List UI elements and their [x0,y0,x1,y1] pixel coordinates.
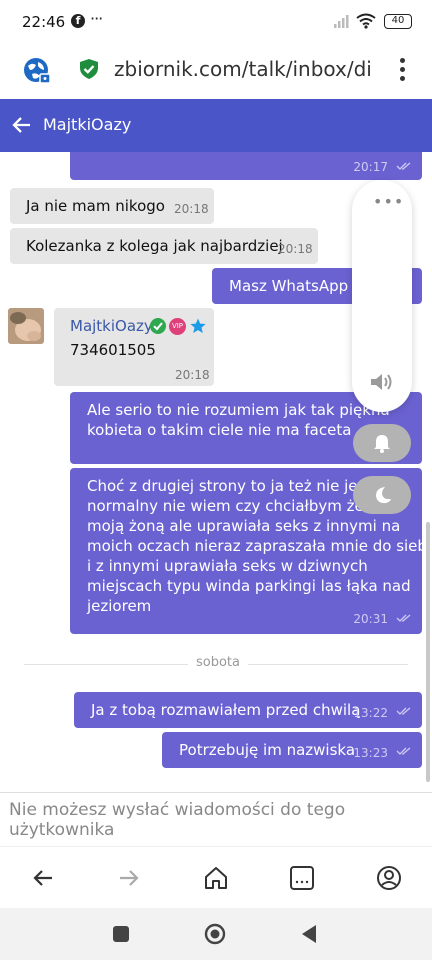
wifi-icon [356,13,376,29]
verified-badge-icon [150,318,166,334]
contact-avatar[interactable] [8,308,44,344]
facebook-notification-icon: f [71,14,85,28]
message-text: Masz WhatsApp [229,277,349,295]
read-receipt-icon [396,707,411,715]
bell-icon [374,435,390,453]
message-line: moją żoną ale uprawiała seks z innymi na [87,517,401,535]
message-bubble-outgoing: 20:17 [70,152,422,180]
browser-menu-button[interactable] [400,58,406,85]
site-settings-icon[interactable] [22,56,52,86]
browser-url-bar: zbiornik.com/talk/inbox/dialog [0,44,432,99]
speaker-icon [371,374,392,390]
message-text: 734601505 [70,341,156,359]
message-text: Kolezanka z kolega jak najbardziej [26,237,283,255]
cannot-send-notice: Nie możesz wysłać wiadomości do tego uży… [0,792,432,846]
message-line: moich oczach nieraz zapraszała mnie do s… [87,537,432,555]
message-text: Ja nie mam nikogo [26,197,165,215]
status-time: 22:46 [22,13,66,31]
notice-text: Nie możesz wysłać wiadomości do tego uży… [9,800,346,840]
status-bar: 22:46 f ··· 40 [0,0,432,44]
message-time: 13:22 [353,706,388,720]
star-badge-icon [190,318,206,333]
read-receipt-icon [396,614,411,622]
message-time: 20:18 [278,242,313,256]
tabs-icon[interactable] [289,865,315,891]
message-bubble-incoming: Ja nie mam nikogo 20:18 [10,188,214,224]
moon-icon [376,487,391,504]
message-text: Potrzebuję im nazwiska [179,741,356,759]
message-line: Ale serio to nie rozumiem jak tak piękna [87,401,390,419]
url-text[interactable]: zbiornik.com/talk/inbox/dialog [114,57,372,81]
back-arrow-icon[interactable] [12,115,32,135]
chat-header: MajtkiOazy [0,99,432,152]
home-circle-icon[interactable] [204,923,226,945]
message-line: normalny nie wiem czy chciałbym żebyś [87,497,390,515]
ring-mode-button[interactable] [353,424,411,462]
scrollbar[interactable] [426,522,430,782]
message-time: 20:18 [174,202,209,216]
message-time: 20:18 [175,368,210,382]
message-line: Choć z drugiej strony to ja też nie jest… [87,477,396,495]
sender-name[interactable]: MajtkiOazy [70,316,153,336]
secure-lock-icon [80,59,98,79]
more-notifications-icon: ··· [90,9,103,28]
message-line: miejscach typu winda parkingi las łąka n… [87,577,411,595]
battery-indicator: 40 [384,14,412,29]
message-text: Ja z tobą rozmawiałem przed chwilą [91,701,361,719]
read-receipt-icon [396,162,411,170]
do-not-disturb-button[interactable] [353,476,411,514]
recents-icon[interactable] [112,925,130,943]
contact-name[interactable]: MajtkiOazy [43,115,131,134]
date-label: sobota [188,655,248,670]
message-line: jeziorem [87,597,152,615]
more-options-icon[interactable]: ••• [373,192,404,211]
system-back-icon[interactable] [300,924,318,944]
message-bubble-incoming: Kolezanka z kolega jak najbardziej 20:18 [10,228,318,264]
message-time: 13:23 [353,746,388,760]
message-bubble-incoming: MajtkiOazy VIP 734601505 20:18 [54,308,214,386]
message-time: 20:17 [353,160,388,174]
vip-badge: VIP [169,318,186,335]
read-receipt-icon [396,747,411,755]
message-bubble-outgoing: Ja z tobą rozmawiałem przed chwilą 13:22 [74,692,422,728]
message-bubble-outgoing: Potrzebuję im nazwiska 13:23 [162,732,422,768]
browser-bottom-toolbar [0,846,432,908]
signal-icon [334,15,349,28]
profile-icon[interactable] [376,865,402,891]
back-icon[interactable] [30,865,56,891]
home-icon[interactable] [203,865,229,891]
forward-icon[interactable] [116,865,142,891]
message-line: i z innymi uprawiała seks w dziwnych [87,557,368,575]
message-line: kobieta o takim ciele nie ma faceta [87,421,352,439]
volume-slider-panel[interactable]: ••• [352,180,412,412]
system-navigation-bar [0,908,432,960]
message-time: 20:31 [353,612,388,626]
